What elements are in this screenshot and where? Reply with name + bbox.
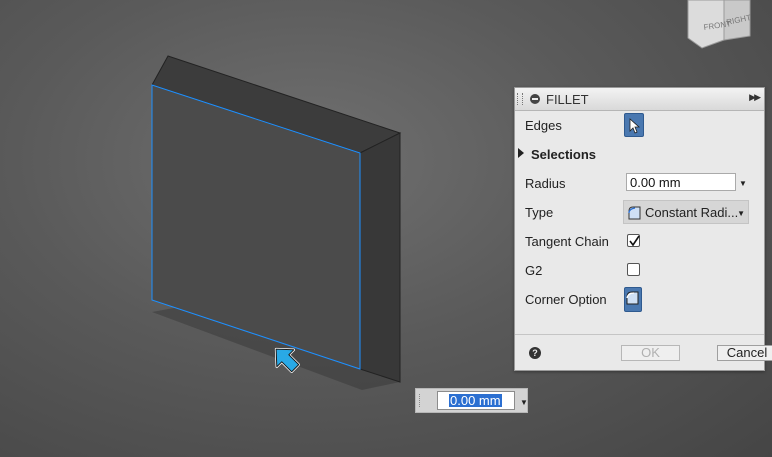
selections-label: Selections — [531, 147, 597, 162]
chevron-down-icon[interactable]: ▼ — [739, 179, 747, 188]
tangent-chain-checkbox[interactable] — [627, 234, 640, 247]
drag-handle[interactable] — [419, 394, 423, 407]
corner-option-button[interactable] — [624, 287, 642, 312]
fillet-arrow-icon[interactable] — [269, 342, 303, 376]
dialog-header[interactable]: FILLET ▶▶ — [515, 88, 764, 111]
collapse-icon[interactable] — [530, 94, 540, 104]
expand-triangle-icon[interactable] — [518, 148, 524, 158]
help-icon[interactable]: ? — [529, 347, 541, 359]
corner-option-label: Corner Option — [525, 292, 607, 307]
chevron-down-icon[interactable]: ▼ — [520, 398, 528, 407]
type-value: Constant Radi... — [645, 205, 739, 220]
edges-label: Edges — [525, 118, 562, 133]
expand-icon[interactable]: ▶▶ — [749, 92, 761, 103]
dimension-input[interactable]: 0.00 mm — [437, 391, 515, 410]
view-cube[interactable]: FRONT RIGHT — [684, 0, 754, 52]
radius-row: Radius 0.00 mm ▼ — [515, 170, 764, 196]
ok-button[interactable]: OK — [621, 345, 680, 361]
type-label: Type — [525, 205, 554, 220]
fillet-dialog: FILLET ▶▶ Edges Selections Radius 0.00 m… — [514, 87, 772, 371]
model-side-face[interactable] — [359, 132, 401, 383]
g2-checkbox[interactable] — [627, 263, 640, 276]
type-row: Type Constant Radi... ▼ — [515, 199, 764, 225]
tangent-chain-row: Tangent Chain — [515, 228, 764, 254]
type-dropdown[interactable]: Constant Radi... ▼ — [623, 200, 749, 224]
g2-label: G2 — [525, 263, 543, 278]
radius-label: Radius — [525, 176, 566, 191]
edges-select-button[interactable] — [624, 113, 644, 137]
dialog-footer: ? OK Cancel — [515, 334, 772, 371]
radius-input[interactable]: 0.00 mm — [626, 173, 736, 191]
corner-option-row: Corner Option — [515, 286, 764, 312]
dialog-title: FILLET — [546, 91, 589, 107]
chevron-down-icon[interactable]: ▼ — [737, 209, 745, 218]
cancel-button[interactable]: Cancel — [717, 345, 772, 361]
selections-section[interactable]: Selections — [515, 143, 764, 165]
tangent-chain-label: Tangent Chain — [525, 234, 609, 249]
fillet-type-icon — [628, 206, 641, 220]
drag-handle[interactable] — [517, 93, 523, 105]
edges-row: Edges — [515, 112, 764, 138]
corner-option-icon — [626, 291, 639, 305]
g2-row: G2 — [515, 257, 764, 283]
dimension-input-box[interactable]: 0.00 mm ▼ — [415, 388, 528, 413]
cursor-select-icon — [629, 118, 641, 134]
dimension-value[interactable]: 0.00 mm — [449, 394, 502, 407]
